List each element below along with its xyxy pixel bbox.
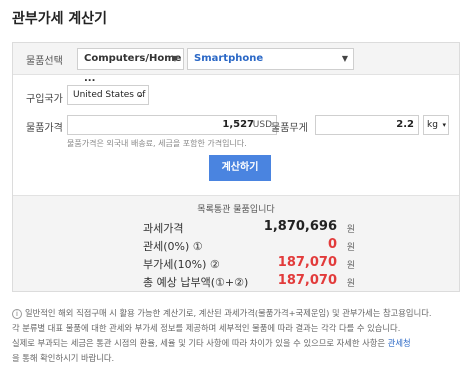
result-row: 관세(0%) ① 0 원 [143,237,363,256]
customs-link[interactable]: 관세청 [388,338,411,348]
category-row: 물품선택 Computers/Home ... ▼ Smartphone ▼ [13,43,459,84]
triangle-down-icon: ▼ [341,54,348,63]
result-unit: 원 [346,225,355,235]
info-text: 실제로 부과되는 세금은 통관 시점의 환율, 세율 및 기타 사항에 따라 차… [12,338,386,348]
chevron-down-icon: ▾ [442,121,446,129]
weight-unit-select[interactable]: kg ▾ [423,115,449,135]
price-value: 1,527 [222,119,254,130]
info-icon: i [12,309,22,319]
info-text: 을 통해 확인하시기 바랍니다. [12,353,115,363]
result-unit: 원 [346,261,355,271]
info-text: 일반적인 해외 직접구매 시 활용 가능한 계산기로, 계산된 과세가격(물품가… [25,308,432,318]
price-input[interactable]: 1,527 USD [67,115,277,135]
result-row: 과세가격 1,870,696 원 [143,219,363,238]
category-select-main[interactable]: Computers/Home ... ▼ [77,48,184,84]
category-select-sub[interactable]: Smartphone ▼ [187,48,354,70]
result-heading: 목록통관 물품입니다 [197,205,275,215]
info-line: 실제로 부과되는 세금은 통관 시점의 환율, 세율 및 기타 사항에 따라 차… [12,336,464,351]
triangle-down-icon: ▼ [171,54,178,63]
result-value: 187,070 [277,273,337,288]
result-value: 0 [327,237,337,252]
info-line: 을 통해 확인하시기 바랍니다. [12,351,464,366]
category-label: 물품선택 [26,56,63,67]
result-row: 부가세(10%) ② 187,070 원 [143,255,363,274]
result-key: 과세가격 [143,222,184,235]
result-value: 187,070 [277,255,337,270]
country-select-value: United States of [73,90,146,100]
info-line: 각 분류별 대표 물품에 대한 관세와 부가세 정보를 제공하며 세부적인 물품… [12,321,464,336]
result-key: 총 예상 납부액(①+②) [143,276,249,289]
country-label: 구입국가 [26,94,63,105]
weight-unit-value: kg [427,120,438,130]
info-notice: i 일반적인 해외 직접구매 시 활용 가능한 계산기로, 계산된 과세가격(물품… [12,306,464,366]
result-key: 관세(0%) ① [143,240,203,253]
price-note: 물품가격은 외국내 배송료, 세금을 포함한 가격입니다. [67,139,247,148]
country-select[interactable]: United States of ⌄ [67,85,149,105]
page-title: 관부가세 계산기 [12,11,108,27]
result-section: 목록통관 물품입니다 과세가격 1,870,696 원 관세(0%) ① 0 원… [13,195,459,291]
price-label: 물품가격 [26,123,63,134]
calculator-panel: 물품선택 Computers/Home ... ▼ Smartphone ▼ 구… [12,42,460,292]
weight-label: 물품무게 [271,123,308,134]
category-select-sub-value: Smartphone [194,53,264,64]
weight-value: 2.2 [396,119,414,130]
result-key: 부가세(10%) ② [143,258,220,271]
chevron-down-icon: ⌄ [137,90,144,99]
info-text: 각 분류별 대표 물품에 대한 관세와 부가세 정보를 제공하며 세부적인 물품… [12,323,401,333]
info-line: i 일반적인 해외 직접구매 시 활용 가능한 계산기로, 계산된 과세가격(물품… [12,306,464,321]
result-row: 총 예상 납부액(①+②) 187,070 원 [143,273,363,292]
result-unit: 원 [346,279,355,289]
price-unit: USD [252,120,272,130]
weight-input[interactable]: 2.2 [315,115,419,135]
calculate-button[interactable]: 계산하기 [209,155,271,181]
result-unit: 원 [346,243,355,253]
result-value: 1,870,696 [263,219,337,234]
category-select-main-value: Computers/Home ... [84,53,182,84]
